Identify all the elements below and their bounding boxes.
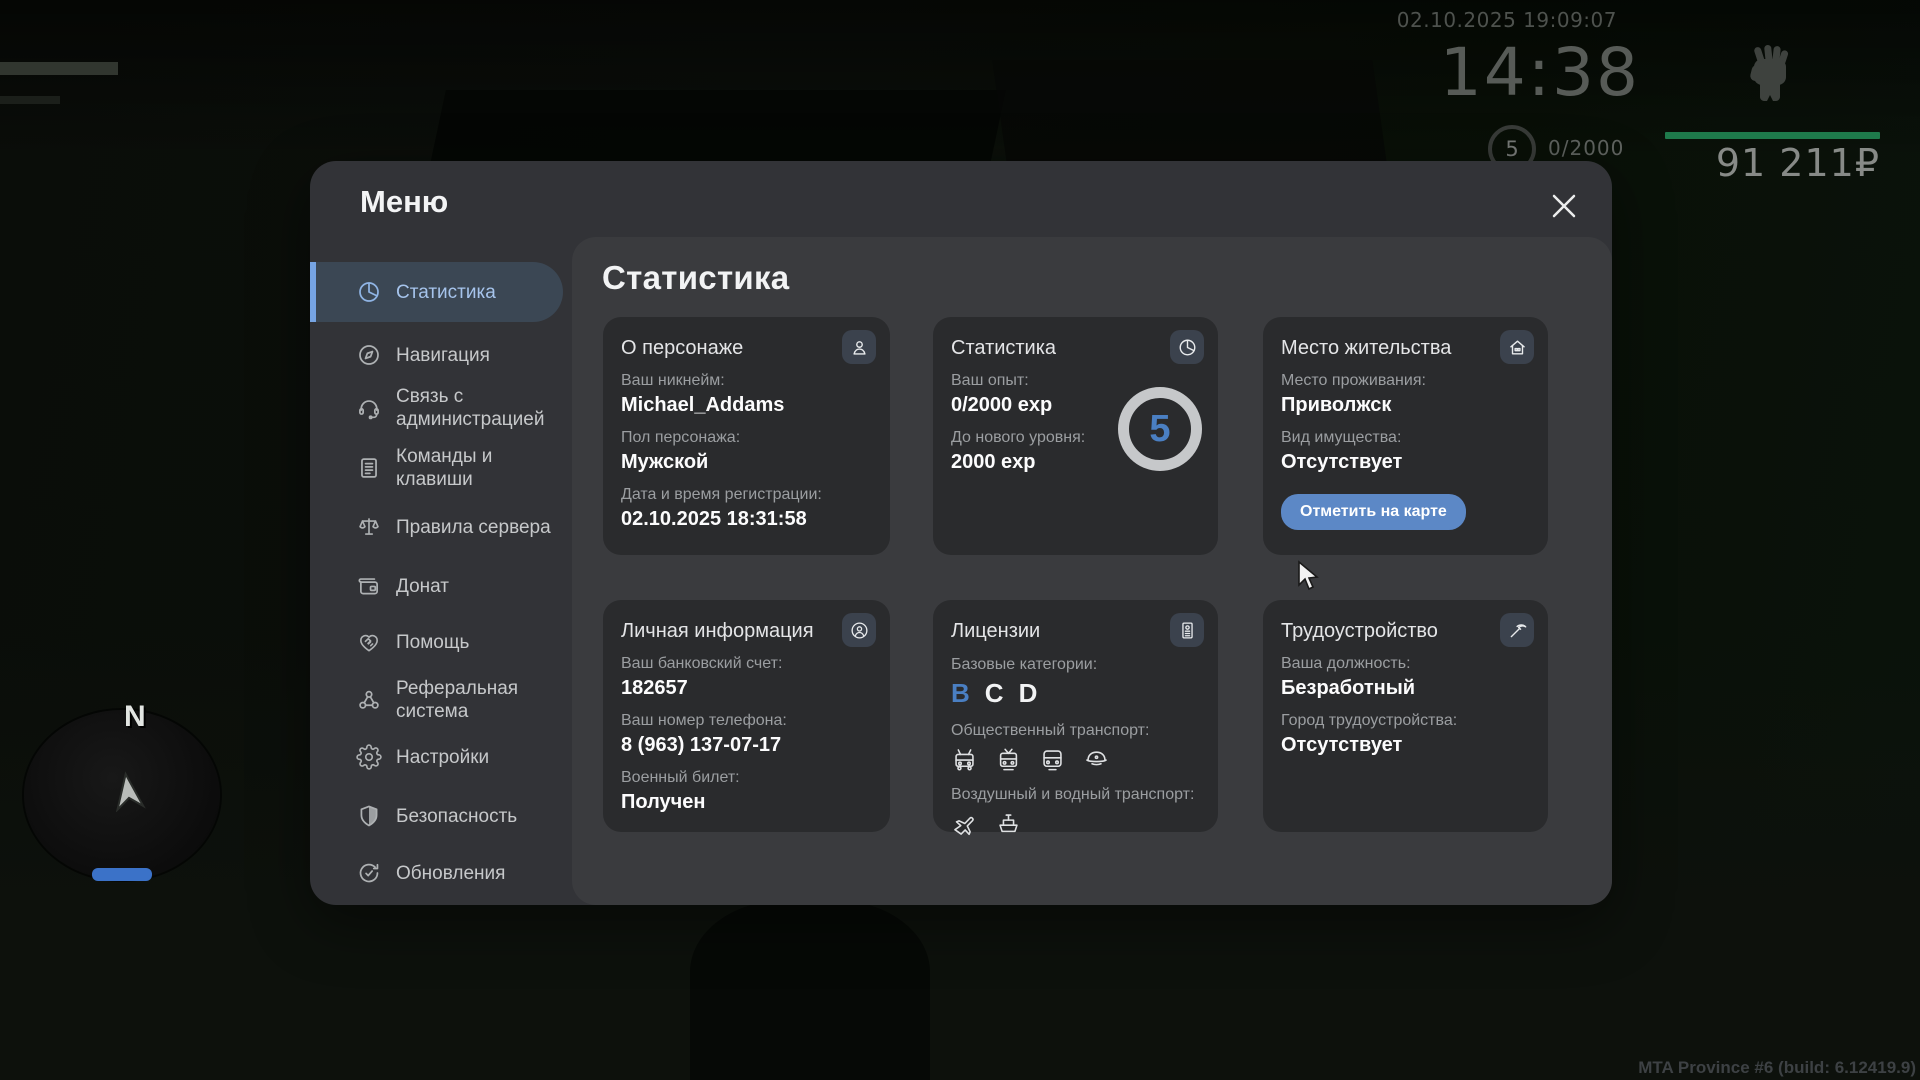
gear-icon	[356, 744, 382, 770]
sidebar-item-label: Связь с администрацией	[396, 386, 545, 430]
hud-money: 91 211₽	[1715, 141, 1880, 185]
person-circle-icon	[842, 613, 876, 647]
field-military-id: Военный билет: Получен	[621, 769, 740, 813]
field-residence-city: Место проживания: Приволжск	[1281, 372, 1426, 416]
field-bank-account: Ваш банковский счет: 182657	[621, 655, 783, 699]
ship-icon	[995, 810, 1022, 837]
sidebar-item-label: Статистика	[396, 281, 496, 303]
house-icon	[1500, 330, 1534, 364]
category-c: C	[984, 678, 1004, 708]
mark-on-map-button[interactable]: Отметить на карте	[1281, 494, 1466, 530]
heart-handshake-icon	[356, 629, 382, 655]
field-gender: Пол персонажа: Мужской	[621, 429, 741, 473]
close-icon[interactable]	[1549, 191, 1579, 221]
person-icon	[842, 330, 876, 364]
tram-icon	[995, 746, 1022, 773]
card-title: Трудоустройство	[1281, 620, 1438, 642]
card-title: О персонаже	[621, 337, 744, 359]
categories-label: Базовые категории:	[951, 656, 1098, 673]
sidebar-item-referral[interactable]: Реферальная система	[356, 674, 562, 726]
sidebar-item-admin-contact[interactable]: Связь с администрацией	[356, 382, 562, 434]
category-d: D	[1018, 678, 1038, 708]
pie-chart-icon	[1170, 330, 1204, 364]
sidebar-item-donate[interactable]: Донат	[356, 566, 562, 606]
hud-datetime: 02.10.2025 19:09:07	[1396, 8, 1617, 32]
card-licenses: Лицензии Базовые категории: B C D Общест…	[933, 600, 1218, 836]
sidebar-item-help[interactable]: Помощь	[356, 622, 562, 662]
sidebar-item-label: Правила сервера	[396, 516, 551, 538]
field-position: Ваша должность: Безработный	[1281, 655, 1416, 699]
sidebar-item-settings[interactable]: Настройки	[356, 737, 562, 777]
shield-icon	[356, 803, 382, 829]
trolleybus-icon	[951, 746, 978, 773]
card-title: Личная информация	[621, 620, 814, 642]
card-personal-info: Личная информация Ваш банковский счет: 1…	[603, 600, 890, 832]
category-b: B	[951, 678, 970, 708]
card-title: Лицензии	[951, 620, 1041, 642]
minimap-zone-bar	[92, 868, 152, 881]
sidebar-item-updates[interactable]: Обновления	[356, 853, 562, 893]
sidebar-item-label: Команды и клавиши	[396, 446, 493, 490]
sidebar-item-label: Обновления	[396, 862, 506, 884]
compass-icon	[356, 342, 382, 368]
plane-icon	[951, 810, 978, 837]
hud-clock: 14:38	[1439, 34, 1640, 111]
hud-exp-counter: 0/2000	[1548, 136, 1625, 160]
metro-icon	[1039, 746, 1066, 773]
sidebar-item-navigation[interactable]: Навигация	[356, 335, 562, 375]
fist-icon	[1748, 44, 1792, 110]
build-info: MTA Province #6 (build: 6.12419.9)	[1638, 1058, 1916, 1077]
public-transport-label: Общественный транспорт:	[951, 722, 1150, 739]
driver-cap-icon	[1083, 746, 1110, 773]
field-nickname: Ваш никнейм: Michael_Addams	[621, 372, 785, 416]
sidebar-item-label: Помощь	[396, 631, 470, 653]
field-registration: Дата и время регистрации: 02.10.2025 18:…	[621, 486, 822, 530]
level-value: 5	[1149, 407, 1171, 450]
scales-icon	[356, 514, 382, 540]
sidebar-item-server-rules[interactable]: Правила сервера	[356, 507, 562, 547]
sidebar-item-commands-keys[interactable]: Команды и клавиши	[356, 442, 562, 494]
hud-exp-progressbar	[1665, 132, 1880, 139]
refresh-check-icon	[356, 860, 382, 886]
air-water-icons	[951, 810, 1200, 837]
sidebar-item-label: Донат	[396, 575, 449, 597]
card-employment: Трудоустройство Ваша должность: Безработ…	[1263, 600, 1548, 832]
wallet-icon	[356, 573, 382, 599]
minimap-north-label: N	[124, 700, 146, 733]
card-about-character: О персонаже Ваш никнейм: Michael_Addams …	[603, 317, 890, 555]
card-residence: Место жительства Место проживания: Приво…	[1263, 317, 1548, 555]
field-job-city: Город трудоустройства: Отсутствует	[1281, 712, 1458, 756]
card-title: Место жительства	[1281, 337, 1452, 359]
sidebar-item-label: Реферальная система	[396, 678, 519, 722]
network-nodes-icon	[356, 687, 382, 713]
scene-beam	[992, 60, 1388, 170]
sidebar-item-label: Настройки	[396, 746, 490, 768]
sidebar-item-security[interactable]: Безопасность	[356, 796, 562, 836]
page-title: Статистика	[602, 259, 790, 296]
pickaxe-icon	[1500, 613, 1534, 647]
sidebar-item-label: Безопасность	[396, 805, 518, 827]
mouse-cursor	[1296, 560, 1320, 592]
player-silhouette	[690, 900, 930, 1080]
field-phone: Ваш номер телефона: 8 (963) 137-07-17	[621, 712, 787, 756]
hud-level-value: 5	[1505, 137, 1519, 161]
game-screen: 02.10.2025 19:09:07 14:38 5 0/2000 91 21…	[0, 0, 1920, 1080]
scene-light-strip	[0, 96, 60, 104]
air-water-label: Воздушный и водный транспорт:	[951, 786, 1195, 803]
minimap-player-arrow-icon	[108, 770, 148, 812]
sidebar-item-statistics[interactable]: Статистика	[310, 262, 563, 322]
license-categories: B C D	[951, 678, 1200, 709]
id-card-icon	[1170, 613, 1204, 647]
level-ring: 5	[1118, 387, 1202, 471]
card-title: Статистика	[951, 337, 1057, 359]
headset-icon	[356, 395, 382, 421]
pie-chart-icon	[356, 279, 382, 305]
card-statistics: Статистика Ваш опыт: 0/2000 exp До новог…	[933, 317, 1218, 555]
menu-title: Меню	[360, 184, 449, 219]
document-list-icon	[356, 455, 382, 481]
public-transport-icons	[951, 746, 1200, 773]
sidebar-item-label: Навигация	[396, 344, 490, 366]
field-property: Вид имущества: Отсутствует	[1281, 429, 1403, 473]
scene-light-strip	[0, 62, 118, 75]
